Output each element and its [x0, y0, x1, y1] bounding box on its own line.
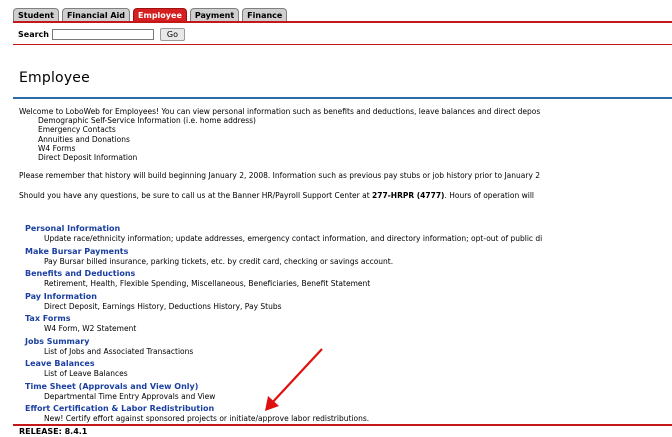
- footer-divider: [13, 424, 672, 426]
- annotation-arrow-icon: [265, 348, 323, 411]
- release-version: RELEASE: 8.4.1: [19, 427, 88, 436]
